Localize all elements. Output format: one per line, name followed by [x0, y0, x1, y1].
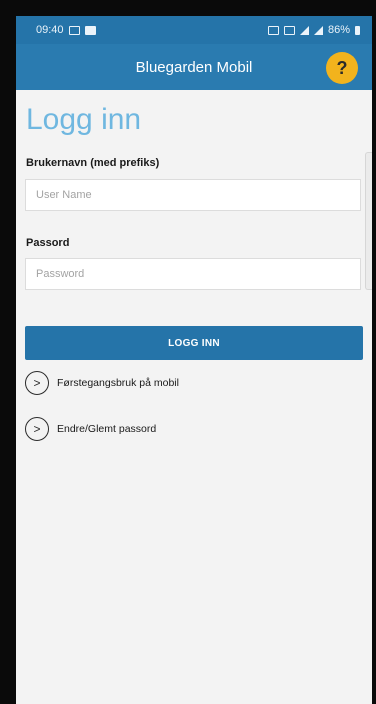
mute-icon — [267, 25, 279, 35]
chevron-right-circle-icon: > — [25, 371, 49, 395]
login-button[interactable]: LOGG INN — [25, 326, 363, 360]
status-right: 86% — [267, 24, 360, 36]
app-title: Bluegarden Mobil — [135, 58, 253, 76]
chevron-right-circle-icon: > — [25, 417, 49, 441]
username-input[interactable] — [25, 179, 361, 211]
status-left: 09:40 — [36, 24, 96, 36]
first-time-use-label: Førstegangsbruk på mobil — [57, 377, 179, 389]
status-bar: 09:40 86% — [16, 16, 372, 44]
phone-screen: 09:40 86% Bluegarden Mobil ? Logg inn Br… — [16, 16, 372, 704]
bluetooth-icon — [283, 25, 295, 35]
first-time-use-link[interactable]: > Førstegangsbruk på mobil — [25, 371, 179, 395]
battery-percent: 86% — [327, 24, 350, 36]
side-panel-handle[interactable] — [365, 152, 372, 290]
change-forgot-password-link[interactable]: > Endre/Glemt passord — [25, 417, 156, 441]
password-label: Passord — [26, 237, 70, 249]
battery-icon — [355, 25, 360, 35]
app-bar: Bluegarden Mobil ? — [16, 44, 372, 90]
change-forgot-password-label: Endre/Glemt passord — [57, 423, 157, 435]
help-button[interactable]: ? — [326, 52, 358, 84]
page-title: Logg inn — [26, 103, 142, 136]
status-time: 09:40 — [36, 24, 64, 36]
username-label: Brukernavn (med prefiks) — [26, 157, 160, 169]
gallery-notification-icon — [68, 25, 80, 35]
mail-notification-icon — [84, 25, 96, 35]
signal-icon — [313, 25, 323, 35]
wifi-icon — [299, 25, 309, 35]
password-input[interactable] — [25, 258, 361, 290]
